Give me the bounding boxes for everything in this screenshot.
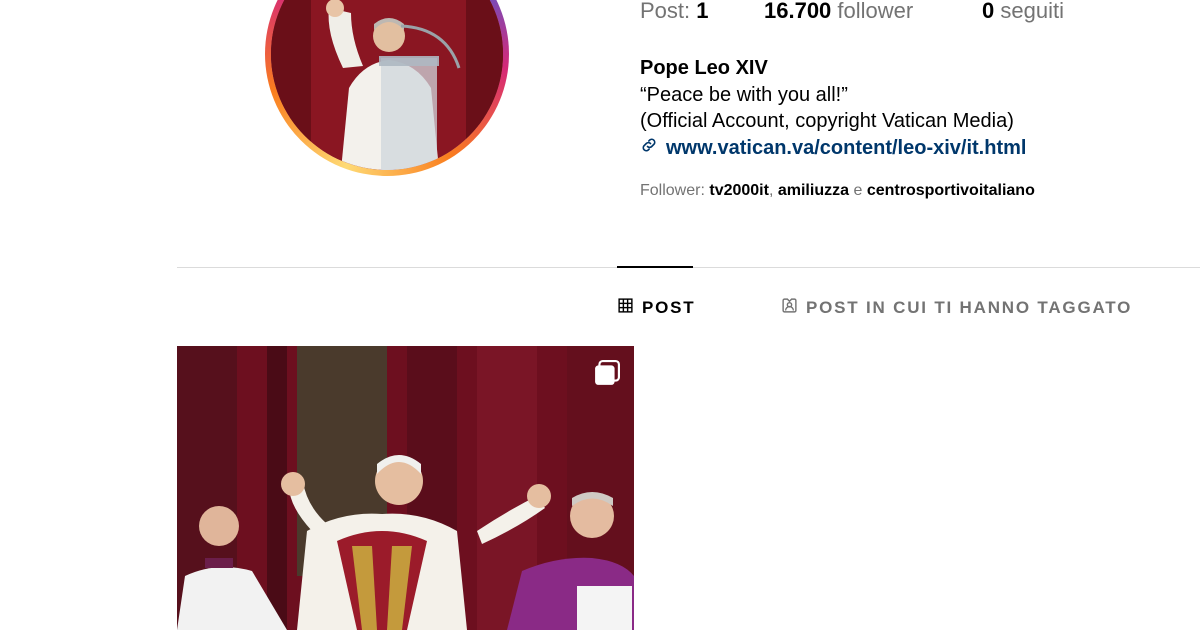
followed-by-separator: ,: [768, 182, 774, 199]
grid-icon: [617, 297, 634, 319]
bio-line-2: (Official Account, copyright Vatican Med…: [640, 110, 1014, 132]
post-tile[interactable]: [177, 346, 634, 630]
followers-label: follower: [837, 0, 914, 23]
posts-count: 1: [696, 0, 709, 23]
tab-posts-label: POST: [642, 298, 696, 317]
tab-tagged[interactable]: POST IN CUI TI HANNO TAGGATO: [781, 297, 1132, 319]
tab-posts[interactable]: POST: [617, 297, 696, 319]
followers-stat[interactable]: 16.700 follower: [764, 0, 913, 24]
followed-by-label: Follower:: [640, 182, 705, 199]
profile-link[interactable]: www.vatican.va/content/leo-xiv/it.html: [640, 135, 1026, 162]
avatar-photo: [271, 0, 503, 170]
bio-line-1: “Peace be with you all!”: [640, 83, 848, 106]
followed-by-user: tv2000it: [709, 182, 769, 199]
tab-tagged-label: POST IN CUI TI HANNO TAGGATO: [806, 298, 1133, 317]
profile-link-text: www.vatican.va/content/leo-xiv/it.html: [666, 136, 1027, 159]
profile-bio: Pope Leo XIV “Peace be with you all!” (O…: [640, 55, 1026, 161]
profile-avatar[interactable]: [265, 0, 509, 176]
followed-by[interactable]: Follower: tv2000it, amiliuzza e centrosp…: [640, 182, 1035, 200]
following-count: 0: [982, 0, 995, 23]
followed-by-separator: e: [853, 182, 863, 199]
followed-by-user: amiliuzza: [777, 182, 849, 199]
following-stat[interactable]: 0 seguiti: [982, 0, 1064, 24]
followers-count: 16.700: [764, 0, 832, 23]
following-label: seguiti: [1000, 0, 1064, 23]
posts-stat[interactable]: Post: 1: [640, 0, 709, 24]
followed-by-user: centrosportivoitaliano: [866, 182, 1035, 199]
posts-label: Post:: [640, 0, 691, 23]
post-photo: [177, 346, 634, 630]
active-tab-indicator: [617, 266, 693, 268]
tagged-user-icon: [781, 297, 798, 319]
link-icon: [640, 135, 658, 162]
carousel-icon: [595, 360, 620, 385]
profile-name: Pope Leo XIV: [640, 57, 768, 79]
